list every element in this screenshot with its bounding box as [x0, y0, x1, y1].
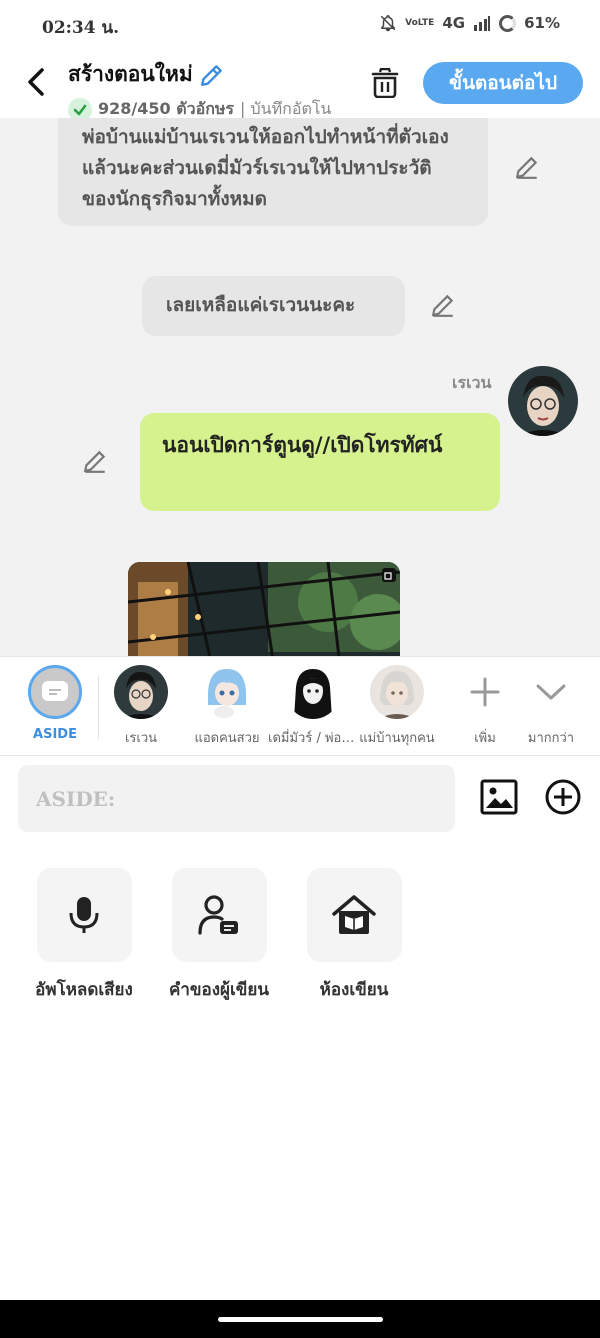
character-label: แอดคนสวย — [194, 731, 260, 746]
character-raven[interactable]: เรเวน — [96, 665, 186, 748]
avatar — [200, 665, 254, 719]
tool-label: อัพโหลดเสียง — [35, 980, 133, 1000]
aside-chat-icon — [28, 665, 82, 719]
plus-icon — [458, 665, 512, 719]
aside-input[interactable] — [18, 765, 455, 832]
character-maids[interactable]: แม่บ้านทุกคน — [352, 665, 442, 748]
status-time: 02:34 น. — [42, 18, 120, 38]
edit-title-icon[interactable] — [199, 62, 225, 88]
image-upload-icon[interactable] — [480, 778, 518, 816]
writing-room-icon — [332, 895, 376, 934]
avatar — [286, 665, 340, 719]
avatar — [370, 665, 424, 719]
next-step-button[interactable]: ขั้นตอนต่อไป — [423, 62, 583, 104]
edit-message-icon[interactable] — [82, 448, 108, 474]
signal-icon — [474, 16, 491, 31]
trash-icon — [371, 68, 399, 98]
notifications-off-icon — [380, 15, 396, 32]
character-message-bubble[interactable]: นอนเปิดการ์ตูนดู//เปิดโทรทัศน์ — [140, 413, 500, 511]
battery-level: 61% — [524, 14, 560, 32]
image-message[interactable] — [128, 562, 400, 656]
character-label: ASIDE — [33, 727, 77, 742]
upload-audio-button[interactable]: อัพโหลดเสียง — [14, 868, 154, 1003]
chevron-down-icon — [524, 665, 578, 719]
page-title: สร้างตอนใหม่ — [68, 62, 193, 86]
tool-label: ห้องเขียน — [319, 980, 389, 1000]
network-type: 4G — [442, 14, 466, 32]
character-ad[interactable]: แอดคนสวย — [182, 665, 272, 748]
add-content-icon[interactable] — [544, 778, 582, 816]
speaker-name: เรเวน — [452, 373, 492, 392]
author-note-button[interactable]: คำของผู้เขียน — [149, 868, 289, 1003]
chat-area[interactable]: พ่อบ้านแม่บ้านเรเวนให้ออกไปทำหน้าที่ตัวเ… — [0, 118, 600, 656]
title-block: สร้างตอนใหม่ 928/450 ตัวอักษร | บันทึกอั… — [68, 58, 358, 122]
system-navigation-bar — [0, 1300, 600, 1338]
volte-indicator: VoLTE — [405, 17, 435, 28]
character-demi-moore[interactable]: เดมี่มัวร์ / พ่อบ้าน — [268, 665, 358, 748]
edit-message-icon[interactable] — [430, 292, 456, 318]
chevron-left-icon — [28, 68, 44, 96]
back-button[interactable] — [20, 64, 52, 100]
microphone-icon — [69, 897, 99, 933]
delete-button[interactable] — [366, 64, 404, 102]
status-bar: 02:34 น. VoLTE 4G 61% — [0, 0, 600, 50]
battery-icon — [499, 14, 517, 32]
character-aside[interactable]: ASIDE — [10, 665, 100, 742]
writing-room-button[interactable]: ห้องเขียน — [284, 868, 424, 1003]
status-icons: VoLTE 4G 61% — [379, 14, 560, 32]
narration-bubble[interactable]: เลยเหลือแค่เรเวนนะคะ — [142, 276, 405, 336]
avatar[interactable] — [508, 366, 578, 436]
character-label: เรเวน — [124, 731, 158, 746]
author-note-icon — [198, 895, 238, 935]
character-selector: ASIDE เรเวน แอดคนสวย เดมี่มัวร์ / พ่อบ้า… — [0, 656, 600, 756]
home-gesture-handle[interactable] — [218, 1317, 383, 1322]
narration-bubble[interactable]: พ่อบ้านแม่บ้านเรเวนให้ออกไปทำหน้าที่ตัวเ… — [58, 118, 488, 226]
character-label: เดมี่มัวร์ / พ่อบ้าน — [268, 731, 358, 746]
character-label: แม่บ้านทุกคน — [359, 731, 435, 746]
avatar — [114, 665, 168, 719]
more-characters-button[interactable]: มากกว่า — [506, 665, 596, 748]
edit-message-icon[interactable] — [514, 154, 540, 180]
editor-header: สร้างตอนใหม่ 928/450 ตัวอักษร | บันทึกอั… — [0, 50, 600, 122]
more-label: มากกว่า — [527, 731, 575, 746]
tool-label: คำของผู้เขียน — [168, 980, 270, 1000]
